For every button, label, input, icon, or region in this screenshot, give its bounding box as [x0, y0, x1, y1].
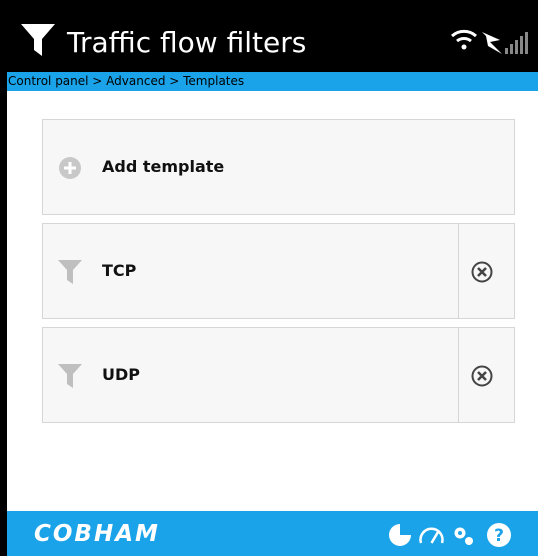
wifi-icon: [451, 29, 477, 50]
filter-icon: [21, 24, 55, 56]
delete-icon[interactable]: [471, 365, 493, 387]
settings-icon[interactable]: [454, 527, 474, 546]
page-title: Traffic flow filters: [67, 26, 307, 59]
template-name: TCP: [102, 261, 137, 280]
row-divider: [458, 224, 459, 318]
header-bar: Traffic flow filters: [7, 0, 538, 72]
help-icon[interactable]: ?: [487, 523, 511, 547]
speedometer-icon[interactable]: [419, 527, 444, 544]
status-icons: [451, 29, 528, 54]
filter-icon: [58, 260, 82, 284]
add-template-label: Add template: [102, 157, 225, 176]
delete-icon[interactable]: [471, 261, 493, 283]
breadcrumb-text[interactable]: Control panel > Advanced > Templates: [8, 74, 244, 88]
signal-bars-icon: [505, 32, 528, 54]
dashboard-icon[interactable]: [389, 523, 412, 546]
filter-icon: [58, 364, 82, 388]
template-row[interactable]: UDP: [42, 327, 515, 423]
screen: Traffic flow filters Control panel > Adv…: [7, 0, 538, 556]
footer-icons: ?: [389, 523, 511, 547]
template-row[interactable]: TCP: [42, 223, 515, 319]
row-divider: [458, 328, 459, 422]
svg-text:?: ?: [494, 526, 504, 546]
breadcrumb[interactable]: Control panel > Advanced > Templates: [7, 72, 538, 91]
satellite-signal-icon: [482, 32, 502, 54]
footer-bar: COBHAM ?: [7, 511, 538, 556]
plus-circle-icon: [59, 157, 81, 179]
template-name: UDP: [102, 365, 140, 384]
add-template-button[interactable]: Add template: [42, 119, 515, 215]
cobham-logo: COBHAM: [34, 521, 160, 547]
